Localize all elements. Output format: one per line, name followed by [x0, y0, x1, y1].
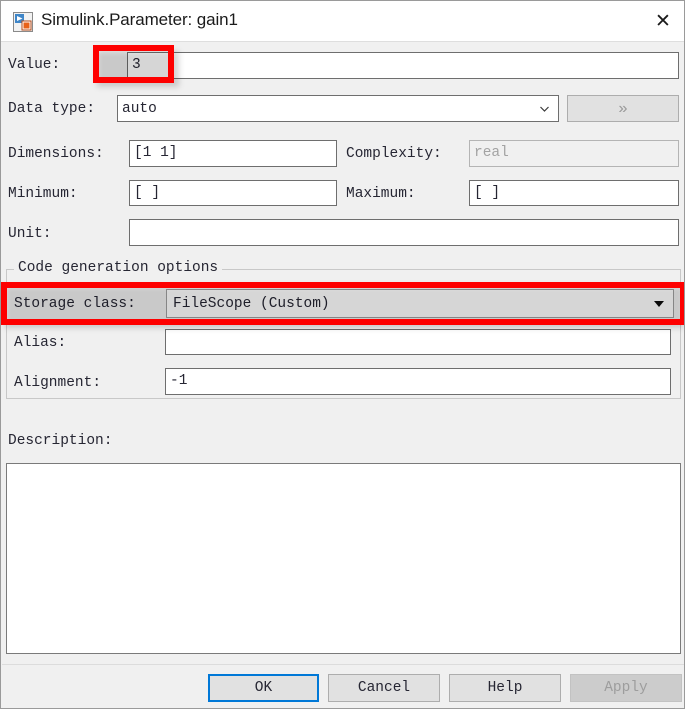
- cancel-button[interactable]: Cancel: [328, 674, 440, 702]
- alias-label: Alias:: [14, 335, 67, 351]
- button-strip-divider: [2, 664, 684, 665]
- minimum-input[interactable]: [ ]: [129, 180, 337, 206]
- dimensions-input[interactable]: [1 1]: [129, 140, 337, 167]
- maximum-label: Maximum:: [346, 186, 416, 202]
- complexity-input: real: [469, 140, 679, 167]
- data-type-label: Data type:: [8, 101, 96, 117]
- alignment-label: Alignment:: [14, 375, 102, 391]
- unit-label: Unit:: [8, 226, 52, 242]
- simulink-parameter-dialog: Simulink.Parameter: gain1 ✕ Value: 3 Dat…: [0, 0, 685, 709]
- alignment-input[interactable]: -1: [165, 368, 671, 395]
- close-icon: ✕: [655, 9, 671, 32]
- apply-button: Apply: [570, 674, 682, 702]
- alias-input[interactable]: [165, 329, 671, 355]
- value-label: Value:: [8, 57, 61, 73]
- storage-class-value: FileScope (Custom): [173, 295, 330, 312]
- data-type-combobox[interactable]: auto: [117, 95, 559, 122]
- description-textarea[interactable]: [6, 463, 681, 654]
- maximum-input[interactable]: [ ]: [469, 180, 679, 206]
- storage-class-combobox[interactable]: FileScope (Custom): [166, 289, 674, 318]
- simulink-block-icon: [13, 12, 33, 32]
- code-generation-group-title: Code generation options: [14, 260, 223, 276]
- window-title: Simulink.Parameter: gain1: [41, 10, 238, 29]
- ok-button[interactable]: OK: [208, 674, 319, 702]
- close-button[interactable]: ✕: [640, 1, 684, 41]
- description-label: Description:: [8, 433, 113, 449]
- chevron-down-icon: [539, 103, 550, 114]
- dimensions-label: Dimensions:: [8, 146, 104, 162]
- dropdown-arrow-icon: [654, 300, 664, 307]
- help-button[interactable]: Help: [449, 674, 561, 702]
- title-bar: Simulink.Parameter: gain1 ✕: [1, 1, 684, 42]
- data-type-expand-button[interactable]: »: [567, 95, 679, 122]
- unit-input[interactable]: [129, 219, 679, 246]
- data-type-value: auto: [122, 100, 157, 117]
- complexity-label: Complexity:: [346, 146, 442, 162]
- minimum-label: Minimum:: [8, 186, 78, 202]
- storage-class-label: Storage class:: [14, 296, 136, 312]
- value-input[interactable]: 3: [127, 52, 679, 79]
